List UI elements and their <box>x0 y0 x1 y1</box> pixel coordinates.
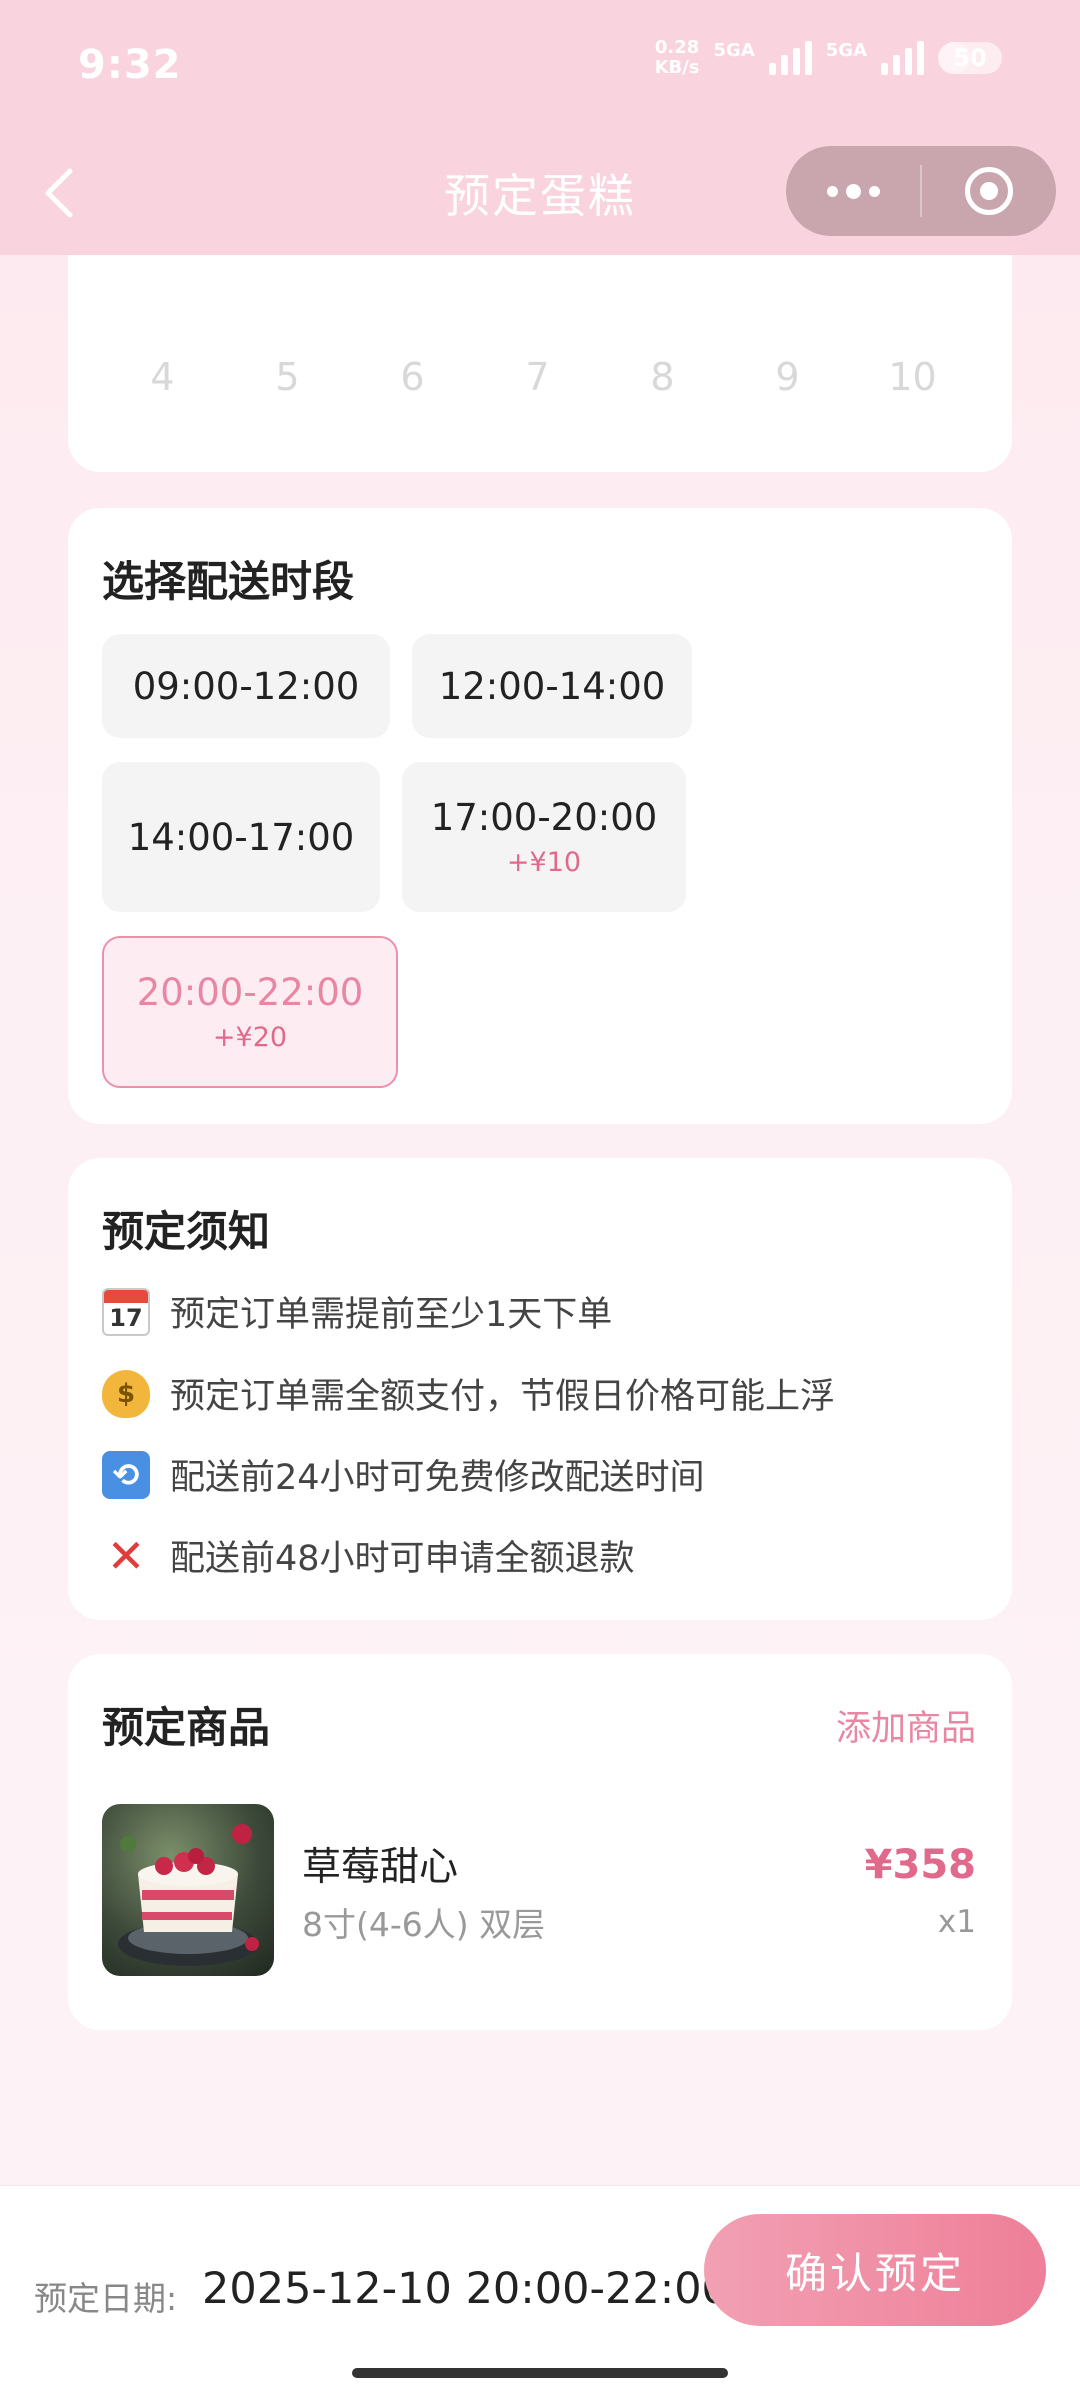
notice-item: $ 预定订单需全额支付，节假日价格可能上浮 <box>102 1368 835 1419</box>
net-speed-unit: KB/s <box>654 57 700 78</box>
net-speed-value: 0.28 <box>654 37 700 58</box>
slot-option-selected[interactable]: 20:00-22:00 +¥20 <box>102 936 398 1088</box>
notice-item: ⟲ 配送前24小时可免费修改配送时间 <box>102 1449 705 1500</box>
slot-option[interactable]: 09:00-12:00 <box>102 634 390 738</box>
slot-time: 20:00-22:00 <box>136 971 364 1014</box>
home-indicator[interactable] <box>352 2368 728 2378</box>
dot-icon <box>826 185 838 197</box>
product-price: ¥358 <box>864 1842 976 1888</box>
calendar-day: 4 <box>150 355 175 399</box>
slot-time: 17:00-20:00 <box>430 796 658 839</box>
dot-icon <box>845 183 861 199</box>
calendar-day: 10 <box>888 355 937 399</box>
signal-icon-2 <box>881 41 924 75</box>
section-title: 选择配送时段 <box>102 557 355 606</box>
product-quantity: x1 <box>937 1904 976 1940</box>
refresh-icon: ⟲ <box>102 1450 150 1499</box>
notice-text: 预定订单需提前至少1天下单 <box>170 1295 613 1335</box>
cake-image[interactable] <box>102 1804 274 1976</box>
calendar-day: 8 <box>650 355 675 399</box>
mini-program-capsule <box>786 146 1056 236</box>
slot-option[interactable]: 14:00-17:00 <box>102 762 380 912</box>
booking-notice-card: 预定须知 17 预定订单需提前至少1天下单 $ 预定订单需全额支付，节假日价格可… <box>68 1158 1012 1620</box>
slot-time: 14:00-17:00 <box>127 815 355 859</box>
more-menu-button[interactable] <box>786 146 920 236</box>
product-spec: 8寸(4-6人) 双层 <box>302 1905 546 1944</box>
calendar-icon: 17 <box>102 1287 150 1336</box>
reserved-product-card: 预定商品 添加商品 草莓甜心 8寸(4-6人) 双层 ¥358 x1 <box>68 1654 1012 2030</box>
date-label: 预定日期: <box>34 2279 178 2318</box>
slot-surcharge: +¥10 <box>506 847 582 878</box>
sim1-label: 5GA <box>713 39 755 61</box>
notice-text: 预定订单需全额支付，节假日价格可能上浮 <box>170 1377 836 1417</box>
status-time: 9:32 <box>78 42 182 88</box>
network-speed: 0.28 KB/s <box>655 38 700 78</box>
notice-text: 配送前24小时可免费修改配送时间 <box>170 1458 705 1498</box>
notice-item: 17 预定订单需提前至少1天下单 <box>102 1286 612 1337</box>
confirm-booking-button[interactable]: 确认预定 <box>704 2214 1046 2326</box>
section-title: 预定须知 <box>102 1207 271 1256</box>
signal-icon <box>768 41 812 75</box>
notice-text: 配送前48小时可申请全额退款 <box>170 1539 635 1579</box>
sim2-label: 5GA <box>825 39 867 61</box>
app-header: 9:32 0.28 KB/s 5GA 5GA 50 预定蛋糕 <box>0 0 1080 255</box>
calendar-day: 5 <box>275 355 300 399</box>
close-mini-program-button[interactable] <box>922 167 1056 215</box>
calendar-day: 6 <box>400 355 425 399</box>
add-product-link[interactable]: 添加商品 <box>836 1700 976 1751</box>
cake-photo <box>118 1824 259 1966</box>
slot-surcharge: +¥20 <box>212 1022 288 1053</box>
slot-option[interactable]: 17:00-20:00 +¥10 <box>402 762 686 912</box>
slot-time: 12:00-14:00 <box>438 664 666 708</box>
delivery-slot-card: 选择配送时段 09:00-12:00 12:00-14:00 14:00-17:… <box>68 508 1012 1124</box>
date-value: 2025-12-10 20:00-22:00 <box>202 2264 729 2314</box>
product-name: 草莓甜心 <box>302 1845 459 1890</box>
calendar-row: 4 5 6 7 8 9 10 <box>68 355 1012 399</box>
battery-icon: 50 <box>938 42 1002 74</box>
target-circle-icon <box>965 167 1013 215</box>
notice-item: ✕ 配送前48小时可申请全额退款 <box>102 1530 635 1581</box>
calendar-day: 7 <box>525 355 550 399</box>
slot-time: 09:00-12:00 <box>132 664 360 708</box>
money-bag-icon: $ <box>102 1369 150 1418</box>
cross-icon: ✕ <box>106 1528 146 1583</box>
status-icons: 0.28 KB/s 5GA 5GA 50 <box>655 38 1002 78</box>
battery-level: 50 <box>953 44 987 72</box>
dot-icon <box>868 185 880 197</box>
calendar-day: 9 <box>775 355 800 399</box>
slot-option[interactable]: 12:00-14:00 <box>412 634 692 738</box>
section-title: 预定商品 <box>102 1703 271 1752</box>
